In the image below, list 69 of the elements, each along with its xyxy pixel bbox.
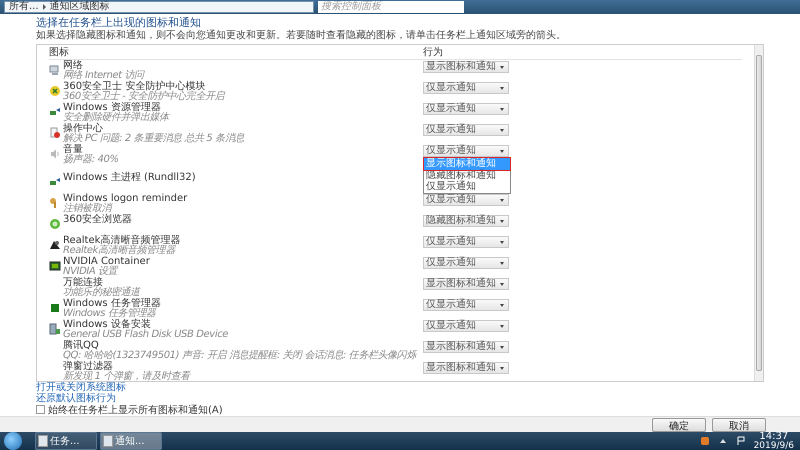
scrollbar[interactable] (754, 45, 763, 381)
item-detail: General USB Flash Disk USB Device (63, 330, 228, 340)
start-button[interactable] (4, 432, 22, 450)
item-detail: 解决 PC 问题: 2 条重要消息 总共 5 条消息 (63, 134, 244, 144)
item-name: 音量 (63, 145, 83, 155)
search-field[interactable]: 搜索控制面板 (318, 1, 464, 13)
behavior-dropdown[interactable]: 显示图标和通知 (423, 341, 509, 353)
chevron-icon (42, 4, 46, 10)
item-name: Windows 主进程 (Rundll32) (63, 173, 197, 183)
item-detail: Windows 任务管理器 (63, 309, 156, 319)
item-name: 360安全卫士 安全防护中心模块 (63, 82, 206, 92)
clock[interactable]: 14:37 2019/9/6 (754, 432, 794, 450)
behavior-dropdown[interactable]: 仅显示通知 (423, 257, 509, 269)
flag-icon (49, 127, 61, 139)
flag-icon[interactable] (736, 436, 746, 446)
item-name: 弹窗过滤器 (63, 362, 113, 372)
item-detail: 注销被取消 (63, 204, 112, 214)
item-name: 操作中心 (63, 124, 103, 134)
item-name: NVIDIA Container (63, 257, 151, 267)
item-detail: 360安全卫士 - 安全防护中心完全开启 (63, 92, 224, 102)
item-detail: 扬声器: 40% (63, 155, 119, 165)
breadcrumb-item[interactable]: 所有... (9, 2, 39, 12)
link[interactable]: 打开或关闭系统图标 (36, 382, 126, 393)
page-description: 如果选择隐藏图标和通知，则不会向您通知更改和更新。若要随时查看隐藏的图标，请单击任务栏上通知区域旁的箭头。 (36, 30, 567, 42)
dropdown-option[interactable]: 仅显示通知 (424, 181, 510, 192)
item-detail: 新发现 1 个弹窗，请及时查看 (63, 372, 190, 382)
dialog-button[interactable]: 取消 (712, 418, 766, 432)
item-name: 腾讯QQ (63, 341, 99, 351)
item-detail: 安全删除硬件并弹出媒体 (63, 113, 169, 123)
item-detail: QQ: 哈哈哈(1323749501) 声音: 开启 消息提醒框: 关闭 会话消息: 任务栏头像闪烁 (63, 351, 416, 361)
link[interactable]: 还原默认图标行为 (36, 393, 116, 404)
breadcrumb-item[interactable]: 通知区域图标 (50, 2, 110, 12)
behavior-dropdown[interactable]: 仅显示通知 (423, 124, 509, 136)
page-title: 选择在任务栏上出现的图标和通知 (36, 16, 202, 29)
browser-icon (49, 218, 61, 230)
behavior-dropdown[interactable]: 仅显示通知 (423, 320, 509, 332)
taskbar-button[interactable]: 任务... (35, 432, 97, 450)
behavior-dropdown[interactable]: 仅显示通知 (423, 82, 509, 94)
item-name: Windows logon reminder (63, 194, 188, 204)
behavior-dropdown[interactable]: 隐藏图标和通知 (423, 215, 509, 227)
column-header: 图标 (49, 46, 70, 59)
behavior-dropdown[interactable]: 仅显示通知 (423, 236, 509, 248)
item-name: Windows 设备安装 (63, 320, 152, 330)
network-icon (49, 64, 61, 76)
behavior-dropdown[interactable]: 仅显示通知 (423, 194, 509, 206)
checkbox[interactable] (36, 405, 45, 414)
behavior-dropdown[interactable]: 显示图标和通知 (423, 61, 509, 73)
device-icon (49, 323, 61, 335)
taskbar-button[interactable]: 通知... (100, 432, 162, 450)
behavior-dropdown[interactable]: 仅显示通知 (423, 145, 509, 157)
item-name: Windows 资源管理器 (63, 103, 161, 113)
item-name: 网络 (63, 61, 84, 71)
item-detail: NVIDIA 设置 (63, 267, 118, 277)
item-detail: 功能乐的秘密通道 (63, 288, 140, 298)
item-name: 360安全浏览器 (63, 215, 134, 225)
chip-icon (49, 260, 61, 272)
behavior-dropdown[interactable]: 显示图标和通知 (423, 278, 509, 290)
column-header: 行为 (423, 46, 444, 59)
item-name: Windows 任务管理器 (63, 299, 162, 309)
behavior-dropdown[interactable]: 显示图标和通知 (423, 362, 509, 374)
behavior-dropdown[interactable]: 仅显示通知 (423, 299, 509, 311)
item-detail: 网络 Internet 访问 (63, 71, 144, 81)
item-name: 万能连接 (63, 278, 103, 288)
checkbox-label: 始终在任务栏上显示所有图标和通知(A) (48, 404, 223, 416)
square-icon (49, 302, 61, 314)
dialog-button[interactable]: 确定 (652, 418, 706, 432)
behavior-dropdown[interactable]: 仅显示通知 (423, 103, 509, 115)
item-name: Realtek高清晰音频管理器 (63, 236, 182, 246)
item-detail: Realtek高清晰音频管理器 (63, 246, 175, 256)
